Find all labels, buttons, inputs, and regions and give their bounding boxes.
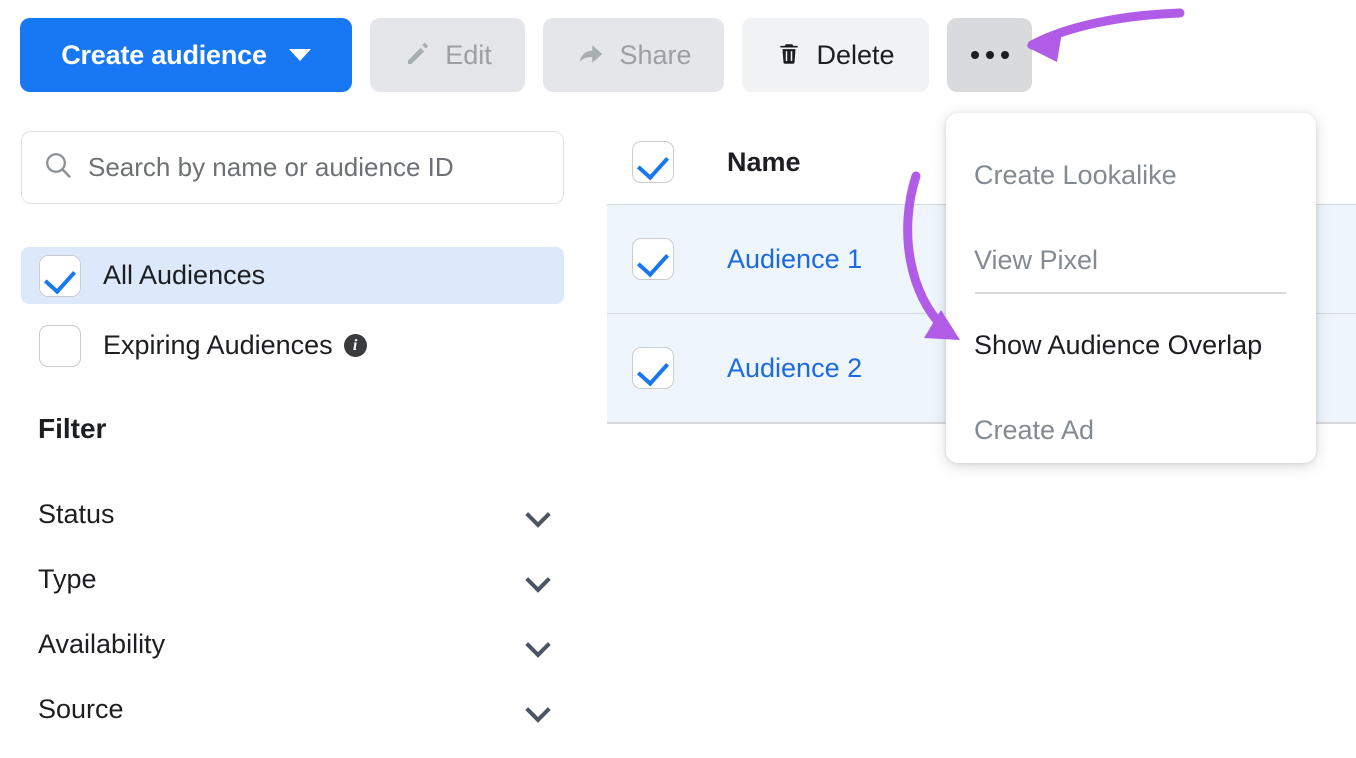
edit-button[interactable]: Edit: [370, 18, 525, 92]
create-audience-label: Create audience: [61, 40, 267, 71]
column-header-name: Name: [727, 147, 801, 177]
audience-name-link[interactable]: Audience 2: [727, 353, 862, 383]
chevron-down-icon: [289, 49, 311, 61]
menu-item-create-lookalike[interactable]: Create Lookalike: [946, 137, 1316, 213]
row-select-cell[interactable]: [607, 347, 698, 389]
chevron-down-icon[interactable]: [527, 699, 548, 720]
filter-label-type: Type: [38, 564, 97, 595]
share-arrow-icon: [575, 39, 607, 72]
ellipsis-icon: [971, 51, 1009, 59]
search-input[interactable]: [86, 132, 543, 203]
filter-row-type[interactable]: Type: [38, 557, 548, 601]
filter-item-expiring-audiences[interactable]: Expiring Audiences i: [21, 317, 564, 374]
menu-item-create-ad[interactable]: Create Ad: [946, 392, 1316, 468]
search-icon: [42, 149, 74, 186]
filter-item-all-audiences[interactable]: All Audiences: [21, 247, 564, 304]
audiences-page: Create audience Edit Share: [0, 0, 1356, 758]
pencil-icon: [403, 39, 433, 72]
search-field[interactable]: [21, 131, 564, 204]
filter-label-source: Source: [38, 694, 124, 725]
row-checkbox[interactable]: [632, 347, 674, 389]
chevron-down-icon[interactable]: [527, 634, 548, 655]
all-audiences-label: All Audiences: [103, 260, 265, 291]
filter-row-source[interactable]: Source: [38, 687, 548, 731]
filter-row-availability[interactable]: Availability: [38, 622, 548, 666]
chevron-down-icon[interactable]: [527, 569, 548, 590]
expiring-audiences-checkbox[interactable]: [39, 325, 81, 367]
expiring-audiences-label: Expiring Audiences: [103, 330, 333, 361]
create-audience-button[interactable]: Create audience: [20, 18, 352, 92]
filter-label-status: Status: [38, 499, 115, 530]
trash-icon: [776, 39, 802, 72]
filter-row-status[interactable]: Status: [38, 492, 548, 536]
filter-section-title: Filter: [38, 413, 106, 445]
menu-item-view-pixel[interactable]: View Pixel: [946, 222, 1316, 298]
select-all-checkbox[interactable]: [632, 141, 674, 183]
select-all-cell[interactable]: [607, 141, 698, 183]
delete-button[interactable]: Delete: [742, 18, 929, 92]
share-label: Share: [619, 40, 691, 71]
filter-label-availability: Availability: [38, 629, 165, 660]
more-options-button[interactable]: [947, 18, 1032, 92]
toolbar: Create audience Edit Share: [0, 0, 1356, 110]
audience-name-link[interactable]: Audience 1: [727, 244, 862, 274]
menu-item-show-audience-overlap[interactable]: Show Audience Overlap: [946, 307, 1316, 383]
all-audiences-checkbox[interactable]: [39, 255, 81, 297]
delete-label: Delete: [816, 40, 894, 71]
row-select-cell[interactable]: [607, 238, 698, 280]
row-checkbox[interactable]: [632, 238, 674, 280]
chevron-down-icon[interactable]: [527, 504, 548, 525]
share-button[interactable]: Share: [543, 18, 724, 92]
edit-label: Edit: [445, 40, 492, 71]
info-icon[interactable]: i: [344, 334, 367, 357]
menu-divider: [975, 292, 1286, 294]
more-options-menu: Create Lookalike View Pixel Show Audienc…: [946, 113, 1316, 463]
